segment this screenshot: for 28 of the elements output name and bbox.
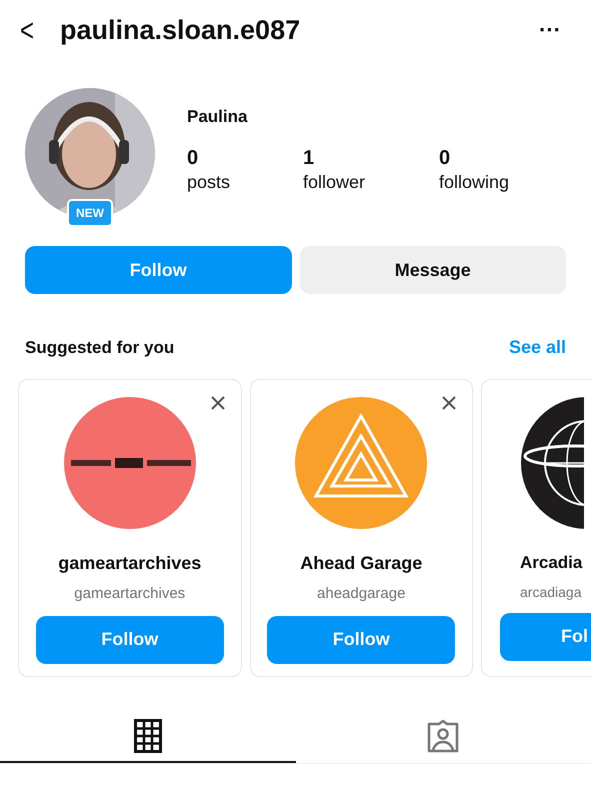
more-button[interactable]: ···	[539, 19, 561, 41]
stat-label: posts	[187, 170, 232, 193]
suggestion-handle: gameartarchives	[74, 584, 186, 604]
suggestion-name: gameartarchives	[58, 552, 202, 575]
message-button[interactable]: Message	[300, 246, 566, 294]
grid-icon	[134, 719, 162, 753]
stat-count: 0	[439, 146, 452, 170]
stat-count: 0	[187, 146, 200, 170]
suggestion-handle: aheadgarage	[317, 584, 406, 604]
profile-username: paulina.sloan.e087	[60, 14, 302, 47]
stat-label: follower	[303, 170, 366, 193]
new-badge: NEW	[67, 199, 113, 227]
stat-count: 1	[303, 146, 316, 170]
suggestion-name: Arcadia	[520, 552, 582, 574]
section-title: Suggested for you	[25, 336, 174, 359]
stat-label: following	[439, 170, 510, 193]
see-all-link[interactable]: See all	[508, 334, 566, 361]
close-icon[interactable]	[208, 394, 226, 412]
close-icon[interactable]	[440, 394, 458, 412]
follow-button[interactable]: Follow	[267, 616, 456, 664]
suggestion-handle: arcadiaga	[520, 582, 582, 602]
back-button[interactable]: <	[16, 14, 38, 46]
person-tag-icon	[426, 719, 460, 753]
follow-button[interactable]: Follow	[36, 616, 224, 664]
suggestion-name: Ahead Garage	[300, 552, 422, 575]
follow-button[interactable]: Follow	[25, 246, 292, 294]
profile-name: Paulina	[187, 106, 248, 128]
follow-button[interactable]: Fol	[500, 612, 591, 660]
